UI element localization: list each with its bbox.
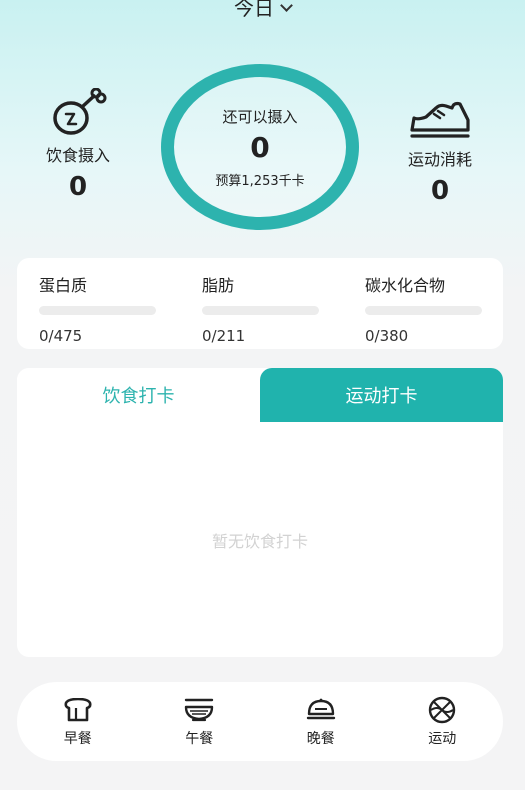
chevron-down-icon — [280, 0, 293, 12]
drumstick-icon — [23, 88, 133, 138]
macro-value: 0/380 — [365, 327, 409, 345]
budget-text: 预算1,253千卡 — [215, 173, 305, 189]
macro-progress-bar — [365, 306, 482, 315]
empty-state-text: 暂无饮食打卡 — [211, 532, 308, 551]
macro-progress-bar — [202, 306, 319, 315]
nav-label: 早餐 — [63, 730, 92, 747]
remaining-label: 还可以摄入 — [222, 107, 298, 126]
noodle-bowl-icon — [183, 696, 215, 724]
date-selector[interactable]: 今日 — [0, 0, 525, 21]
macro-carbs: 碳水化合物 0/380 — [365, 272, 482, 349]
diet-intake-label: 饮食摄入 — [45, 146, 110, 165]
nav-breakfast[interactable]: 早餐 — [38, 696, 118, 748]
exercise-burn-value: 0 — [430, 176, 450, 206]
checkin-tabs: 饮食打卡 运动打卡 — [17, 368, 503, 422]
date-label: 今日 — [234, 0, 274, 20]
checkin-card: 饮食打卡 运动打卡 暂无饮食打卡 — [17, 368, 503, 657]
remaining-value: 0 — [250, 130, 270, 164]
sneaker-icon — [385, 92, 495, 142]
meal-nav-bar: 早餐 午餐 晚餐 运动 — [17, 682, 503, 761]
tab-diet-checkin[interactable]: 饮食打卡 — [17, 368, 260, 422]
exercise-burn-label: 运动消耗 — [407, 150, 472, 169]
macro-name: 脂肪 — [202, 276, 235, 295]
macro-progress-bar — [39, 306, 156, 315]
macro-name: 碳水化合物 — [365, 276, 446, 295]
bread-icon — [64, 696, 92, 724]
diet-intake-stat: 饮食摄入 0 — [23, 88, 133, 202]
diet-intake-value: 0 — [68, 172, 88, 202]
covered-dish-icon — [306, 696, 336, 724]
macro-value: 0/211 — [202, 327, 246, 345]
macro-value: 0/475 — [39, 327, 83, 345]
macro-protein: 蛋白质 0/475 — [39, 272, 156, 349]
macro-fat: 脂肪 0/211 — [202, 272, 319, 349]
nav-label: 运动 — [428, 730, 457, 747]
macro-name: 蛋白质 — [39, 276, 88, 295]
nav-exercise[interactable]: 运动 — [402, 696, 482, 748]
basketball-icon — [428, 696, 456, 724]
macros-card: 蛋白质 0/475 脂肪 0/211 碳水化合物 0/380 — [17, 258, 503, 349]
nav-dinner[interactable]: 晚餐 — [281, 696, 361, 748]
nav-lunch[interactable]: 午餐 — [159, 696, 239, 748]
exercise-burn-stat: 运动消耗 0 — [385, 92, 495, 206]
tab-sport-checkin[interactable]: 运动打卡 — [260, 368, 503, 422]
nav-label: 晚餐 — [306, 730, 335, 747]
remaining-calories-ring: 还可以摄入 0 预算1,253千卡 — [161, 64, 359, 230]
nav-label: 午餐 — [185, 730, 214, 747]
